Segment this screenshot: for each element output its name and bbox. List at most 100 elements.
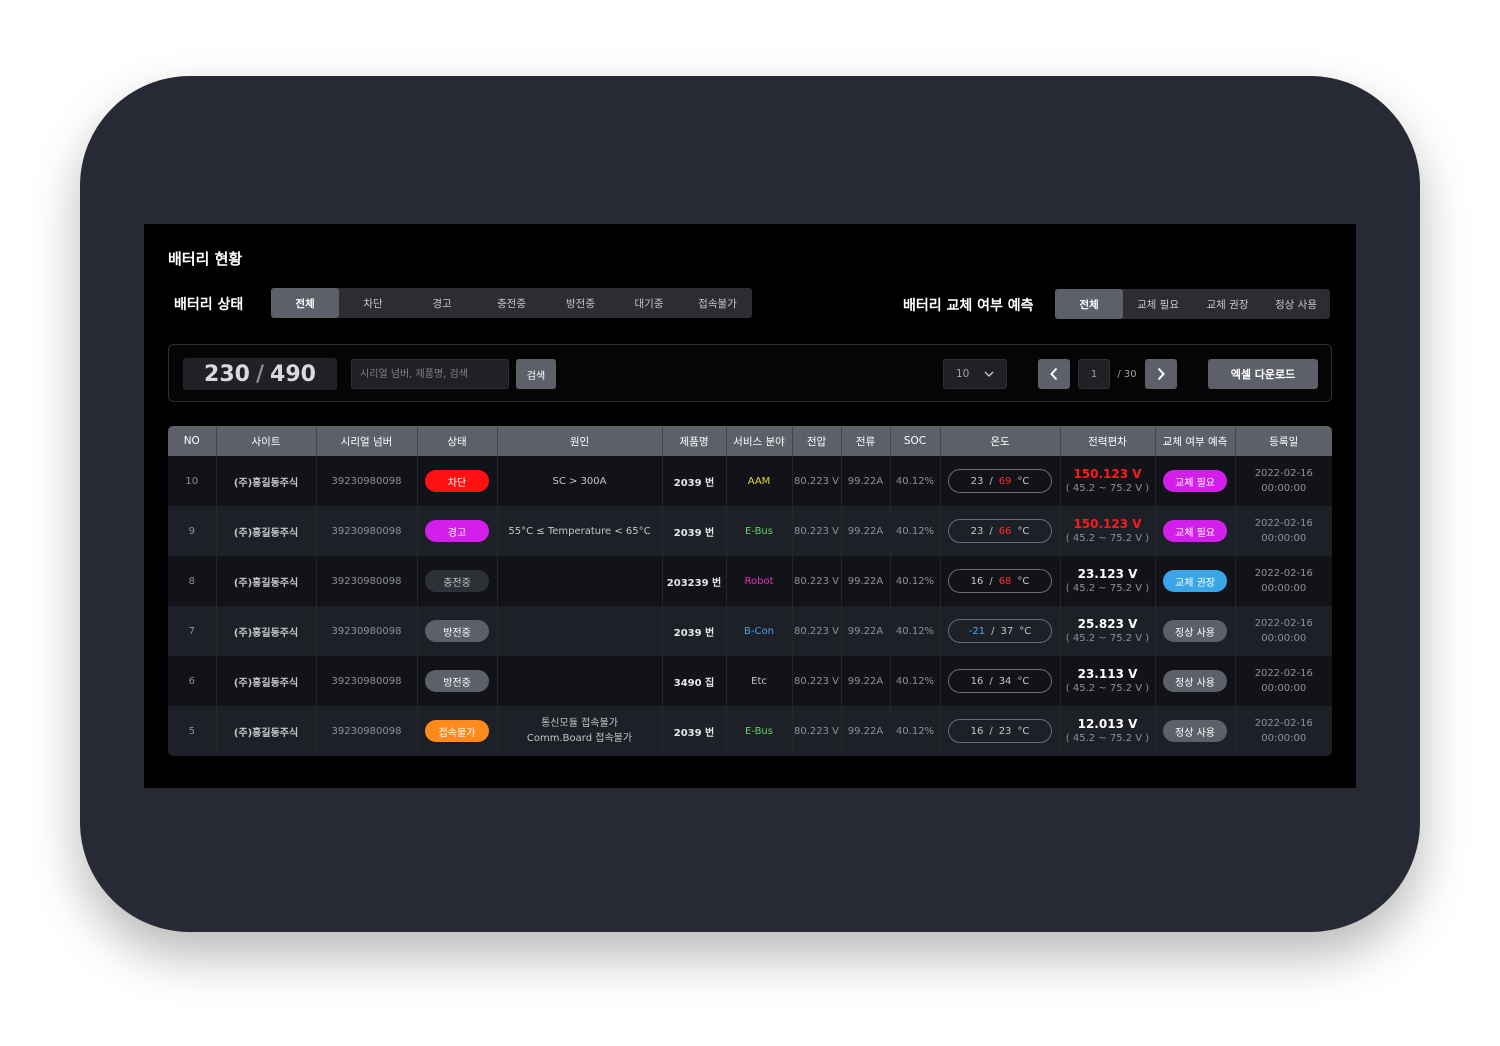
cell-temperature: 16 / 34 °C [940, 656, 1061, 706]
cell-registered: 2022-02-16 00:00:00 [1235, 456, 1332, 506]
registered-date: 2022-02-16 [1254, 568, 1313, 579]
temp-max: 66 [998, 525, 1012, 537]
status-filter-tab-3[interactable]: 충전중 [477, 288, 546, 318]
prev-page-button[interactable] [1038, 359, 1070, 389]
cell-registered: 2022-02-16 00:00:00 [1235, 706, 1332, 756]
replace-filter-tab-1[interactable]: 교체 필요 [1123, 289, 1193, 319]
cell-product: 2039 번 [662, 706, 727, 756]
page-title: 배터리 현황 [168, 250, 243, 268]
column-header-8: 전류 [841, 426, 891, 456]
temp-separator: / [989, 525, 993, 537]
table-toolbar: 230 / 490 검색 10 1 / 30 엑셀 다운로드 [168, 344, 1332, 402]
temperature-range: -21 / 37 °C [948, 619, 1052, 643]
search-input[interactable] [351, 359, 509, 389]
cell-no: 7 [168, 606, 217, 656]
temp-min: 16 [970, 675, 984, 687]
search-button[interactable]: 검색 [516, 359, 556, 389]
temperature-range: 16 / 34 °C [948, 669, 1052, 693]
excel-download-button[interactable]: 엑셀 다운로드 [1208, 359, 1318, 389]
next-page-button[interactable] [1145, 359, 1177, 389]
cell-soc: 40.12% [890, 656, 941, 706]
cell-cause: 55°C ≤ Temperature < 65°C [497, 506, 663, 556]
cell-replace-prediction: 교체 필요 [1155, 456, 1236, 506]
current-page-input[interactable]: 1 [1078, 359, 1110, 389]
status-badge: 방전중 [425, 670, 489, 692]
cell-site: (주)홍길동주식 [216, 456, 317, 506]
cell-serial: 39230980098 [316, 656, 418, 706]
count-current: 230 [204, 361, 250, 387]
status-badge: 경고 [425, 520, 489, 542]
cell-registered: 2022-02-16 00:00:00 [1235, 606, 1332, 656]
column-header-4: 원인 [497, 426, 663, 456]
cell-voltage: 80.223 V [792, 506, 842, 556]
total-pages: / 30 [1117, 368, 1137, 380]
registered-date: 2022-02-16 [1254, 718, 1313, 729]
page-size-value: 10 [956, 368, 970, 380]
column-header-5: 제품명 [662, 426, 727, 456]
status-filter-tab-5[interactable]: 대기중 [615, 288, 683, 318]
replace-filter-tab-3[interactable]: 정상 사용 [1262, 289, 1330, 319]
cell-current: 99.22A [841, 606, 891, 656]
status-filter-tab-0[interactable]: 전체 [271, 288, 339, 318]
status-filter-tab-6[interactable]: 접속불가 [683, 288, 752, 318]
status-filter-tab-1[interactable]: 차단 [339, 288, 407, 318]
cell-cause [497, 606, 663, 656]
status-filter-tab-4[interactable]: 방전중 [546, 288, 615, 318]
cell-service: Robot [726, 556, 793, 606]
cell-product: 2039 번 [662, 506, 727, 556]
cell-site: (주)홍길동주식 [216, 506, 317, 556]
chevron-right-icon [1157, 367, 1165, 381]
temperature-range: 16 / 23 °C [948, 719, 1052, 743]
temp-unit: °C [1019, 625, 1032, 637]
registered-time: 00:00:00 [1261, 633, 1307, 644]
replace-filter-tab-0[interactable]: 전체 [1055, 289, 1123, 319]
temp-unit: °C [1017, 525, 1030, 537]
table-row[interactable]: 6 (주)홍길동주식 39230980098 방전중 3490 집 Etc 80.223 V… [168, 656, 1332, 706]
cell-current: 99.22A [841, 456, 891, 506]
deviation-range: ( 45.2 ~ 75.2 V ) [1065, 583, 1150, 594]
column-header-13: 등록일 [1235, 426, 1332, 456]
table-row[interactable]: 5 (주)홍길동주식 39230980098 접속불가 통신모듈 접속불가 Comm.Bo… [168, 706, 1332, 756]
cell-site: (주)홍길동주식 [216, 556, 317, 606]
table-row[interactable]: 7 (주)홍길동주식 39230980098 방전중 2039 번 B-Con 80.223… [168, 606, 1332, 656]
registered-date: 2022-02-16 [1254, 618, 1313, 629]
temp-separator: / [989, 675, 993, 687]
temp-separator: / [989, 575, 993, 587]
cell-cause [497, 556, 663, 606]
temp-min: 16 [970, 725, 984, 737]
replace-filter-tab-2[interactable]: 교체 권장 [1193, 289, 1262, 319]
status-filter-tab-2[interactable]: 경고 [407, 288, 477, 318]
cell-temperature: 23 / 66 °C [940, 506, 1061, 556]
column-header-0: NO [168, 426, 217, 456]
temp-separator: / [989, 475, 993, 487]
temp-unit: °C [1017, 575, 1030, 587]
registered-time: 00:00:00 [1261, 533, 1307, 544]
cause-line-1: 통신모듈 접속불가 [541, 718, 618, 729]
cell-power-deviation: 12.013 V ( 45.2 ~ 75.2 V ) [1060, 706, 1156, 756]
deviation-range: ( 45.2 ~ 75.2 V ) [1065, 683, 1150, 694]
cell-soc: 40.12% [890, 706, 941, 756]
column-header-11: 전력편차 [1060, 426, 1156, 456]
cell-status: 방전중 [417, 606, 498, 656]
page-size-select[interactable]: 10 [943, 359, 1007, 389]
table-header-row: NO 사이트 시리얼 넘버 상태 원인 제품명 서비스 분야 전압 전류 SOC 온도 전력편차 교체 … [168, 426, 1332, 456]
cell-replace-prediction: 정상 사용 [1155, 706, 1236, 756]
cell-current: 99.22A [841, 506, 891, 556]
table-row[interactable]: 10 (주)홍길동주식 39230980098 차단 SC > 300A 2039 번 AA… [168, 456, 1332, 506]
replace-filter-label: 배터리 교체 여부 예측 [903, 298, 1034, 314]
cell-no: 8 [168, 556, 217, 606]
column-header-7: 전압 [792, 426, 842, 456]
table-row[interactable]: 9 (주)홍길동주식 39230980098 경고 55°C ≤ Temperature… [168, 506, 1332, 556]
status-badge: 방전중 [425, 620, 489, 642]
table-body: 10 (주)홍길동주식 39230980098 차단 SC > 300A 2039 번 AA… [168, 456, 1332, 756]
temp-min: 23 [970, 475, 984, 487]
table-row[interactable]: 8 (주)홍길동주식 39230980098 충전중 203239 번 Robot 80.2… [168, 556, 1332, 606]
cell-current: 99.22A [841, 656, 891, 706]
cell-soc: 40.12% [890, 556, 941, 606]
chevron-left-icon [1050, 367, 1058, 381]
cell-status: 차단 [417, 456, 498, 506]
cell-cause: 통신모듈 접속불가 Comm.Board 접속불가 [497, 706, 663, 756]
cell-voltage: 80.223 V [792, 656, 842, 706]
cell-temperature: 16 / 68 °C [940, 556, 1061, 606]
cell-status: 방전중 [417, 656, 498, 706]
